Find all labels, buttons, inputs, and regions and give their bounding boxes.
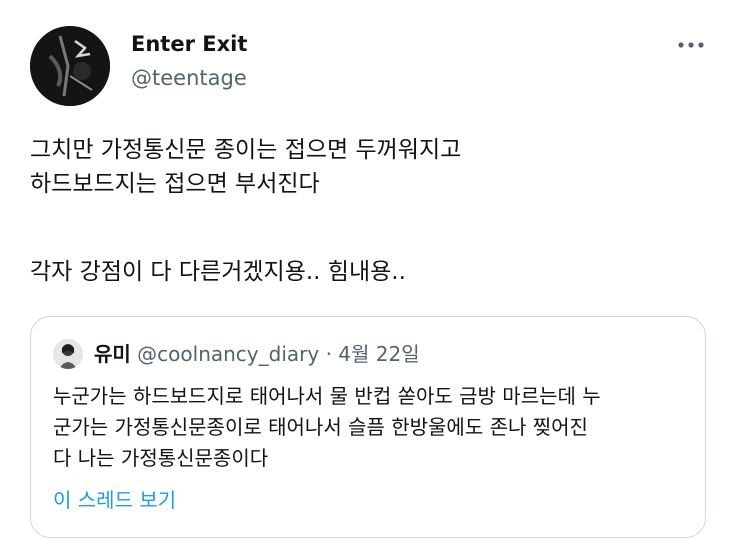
quoted-tweet-card[interactable]: 유미 @coolnancy_diary · 4월 22일 누군가는 하드보드지로… (30, 316, 706, 538)
quoted-author-avatar[interactable] (53, 339, 83, 369)
quoted-author-display-name[interactable]: 유미 (94, 342, 131, 366)
quoted-text-line: 다 나는 가정통신문종이다 (53, 446, 269, 470)
author-display-name[interactable]: Enter Exit (131, 32, 247, 56)
quoted-tweet-header: 유미 @coolnancy_diary · 4월 22일 (94, 339, 420, 369)
show-thread-link[interactable]: 이 스레드 보기 (53, 485, 176, 515)
tweet-text-line: 각자 강점이 다 다른거겠지용.. 힘내용.. (30, 259, 406, 285)
more-options-button[interactable] (674, 34, 708, 56)
tweet-text: 그치만 가정통신문 종이는 접으면 두꺼워지고 하드보드지는 접으면 부서진다 … (30, 133, 710, 289)
quoted-tweet-text: 누군가는 하드보드지로 태어나서 물 반컵 쏟아도 금방 마르는데 누 군가는 … (53, 381, 693, 474)
avatar-photo-icon (30, 26, 110, 106)
more-horizontal-icon (678, 42, 704, 48)
quoted-text-line: 군가는 가정통신문종이로 태어나서 슬픔 한방울에도 존나 찢어진 (53, 415, 588, 439)
meta-separator: · (325, 342, 332, 366)
tweet-text-line: 하드보드지는 접으면 부서진다 (30, 171, 320, 197)
tweet: Enter Exit @teentage 그치만 가정통신문 종이는 접으면 두… (0, 0, 735, 556)
tweet-text-line: 그치만 가정통신문 종이는 접으면 두꺼워지고 (30, 137, 462, 163)
quoted-text-line: 누군가는 하드보드지로 태어나서 물 반컵 쏟아도 금방 마르는데 누 (53, 384, 601, 408)
quoted-tweet-date[interactable]: 4월 22일 (338, 342, 419, 366)
quoted-avatar-photo-icon (53, 339, 83, 369)
author-handle[interactable]: @teentage (131, 66, 247, 90)
author-avatar[interactable] (30, 26, 110, 106)
quoted-author-handle[interactable]: @coolnancy_diary (137, 342, 319, 366)
